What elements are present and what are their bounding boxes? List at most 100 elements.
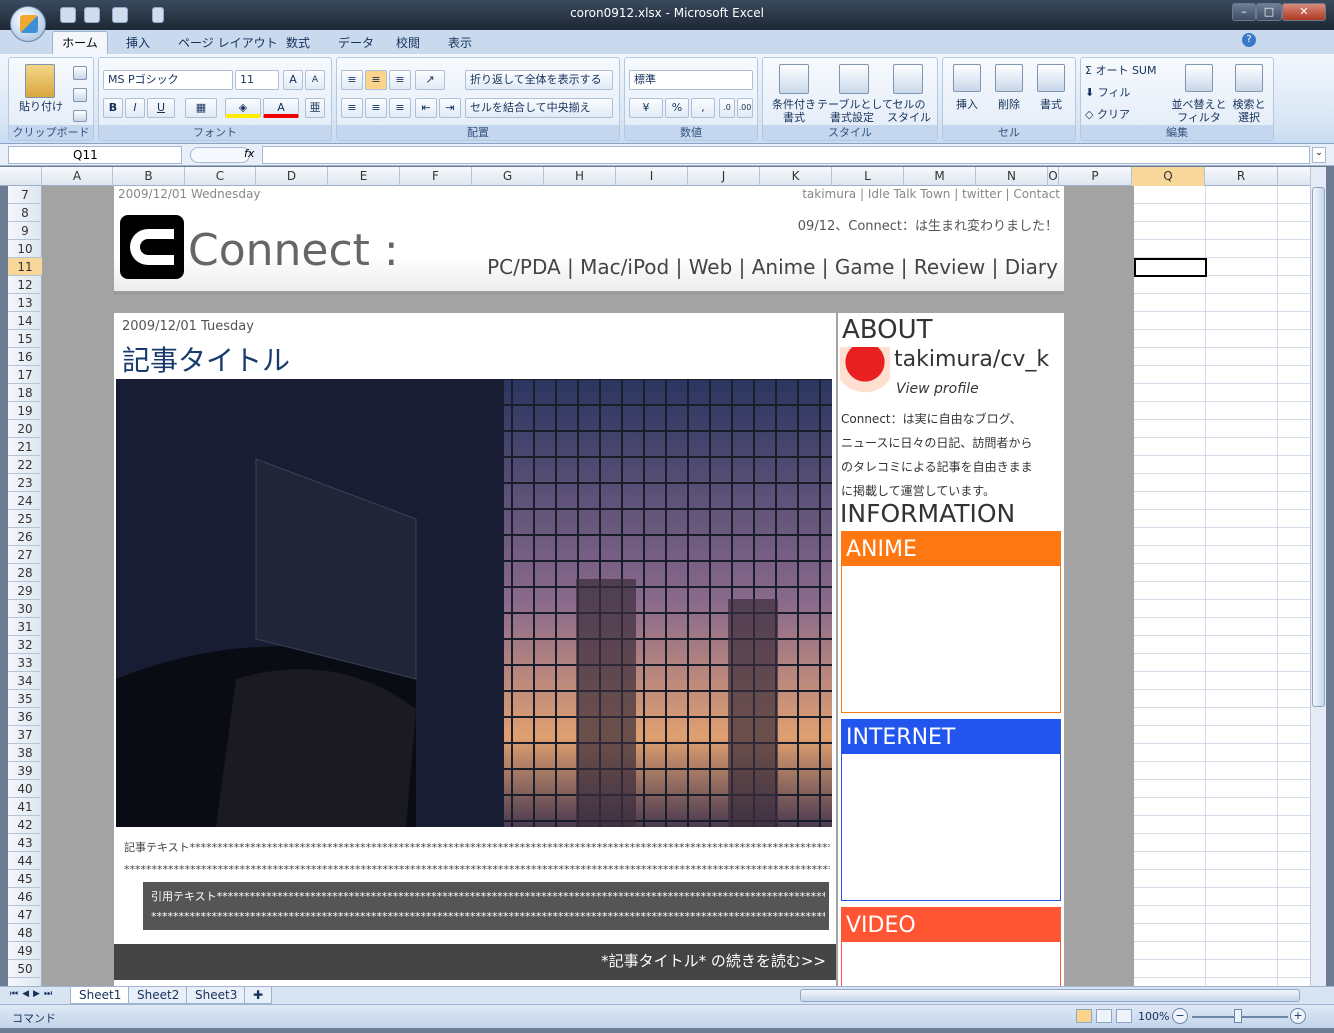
read-more-link[interactable]: *記事タイトル* の続きを読む>> [114, 944, 836, 980]
row-header-21[interactable]: 21 [8, 438, 42, 456]
row-header-38[interactable]: 38 [8, 744, 42, 762]
row-header-12[interactable]: 12 [8, 276, 42, 294]
zoom-slider-thumb[interactable] [1234, 1009, 1242, 1023]
shrink-font-icon[interactable]: A [305, 70, 325, 90]
column-header-i[interactable]: I [616, 167, 688, 186]
redo-icon[interactable] [112, 7, 128, 23]
row-header-33[interactable]: 33 [8, 654, 42, 672]
normal-view-icon[interactable] [1076, 1009, 1092, 1023]
format-cells-icon[interactable] [1037, 64, 1065, 92]
link-contact[interactable]: Contact [1013, 187, 1060, 201]
row-header-11[interactable]: 11 [8, 258, 42, 276]
insert-function-icon[interactable]: fx [244, 147, 254, 160]
row-header-16[interactable]: 16 [8, 348, 42, 366]
conditional-format-icon[interactable] [779, 64, 809, 94]
row-header-40[interactable]: 40 [8, 780, 42, 798]
column-header-j[interactable]: J [688, 167, 760, 186]
font-size-select[interactable]: 11 [235, 70, 279, 90]
tab-formulas[interactable]: 数式 [286, 34, 310, 51]
nav-review[interactable]: Review [914, 255, 985, 279]
row-header-28[interactable]: 28 [8, 564, 42, 582]
align-center-icon[interactable]: ≡ [365, 98, 387, 118]
row-header-29[interactable]: 29 [8, 582, 42, 600]
vertical-scrollbar[interactable] [1310, 167, 1326, 987]
delete-cells-icon[interactable] [995, 64, 1023, 92]
comma-button[interactable]: , [691, 98, 715, 118]
row-header-36[interactable]: 36 [8, 708, 42, 726]
row-header-14[interactable]: 14 [8, 312, 42, 330]
tab-data[interactable]: データ [338, 34, 374, 51]
font-name-select[interactable]: MS Pゴシック [103, 70, 233, 90]
column-header-b[interactable]: B [113, 167, 185, 186]
expand-formula-icon[interactable]: ⌄ [1312, 147, 1326, 163]
paste-icon[interactable] [25, 64, 55, 98]
font-color-icon[interactable]: A [263, 98, 299, 118]
align-bottom-icon[interactable]: ≡ [389, 70, 411, 90]
insert-sheet-icon[interactable]: ✚ [244, 987, 272, 1004]
sheet-grid[interactable]: 2009/12/01 Wednesday takimura | Idle Tal… [42, 186, 1320, 986]
row-header-18[interactable]: 18 [8, 384, 42, 402]
formula-input[interactable] [262, 146, 1310, 164]
column-header-k[interactable]: K [760, 167, 832, 186]
link-takimura[interactable]: takimura [802, 187, 856, 201]
help-icon[interactable]: ? [1242, 33, 1256, 47]
row-header-37[interactable]: 37 [8, 726, 42, 744]
row-header-50[interactable]: 50 [8, 960, 42, 978]
select-all-corner[interactable] [8, 167, 42, 186]
insert-cells-icon[interactable] [953, 64, 981, 92]
column-header-q[interactable]: Q [1132, 167, 1205, 186]
row-header-46[interactable]: 46 [8, 888, 42, 906]
align-top-icon[interactable]: ≡ [341, 70, 363, 90]
close-button[interactable]: ✕ [1282, 3, 1326, 21]
tab-review[interactable]: 校閲 [396, 34, 420, 51]
row-header-45[interactable]: 45 [8, 870, 42, 888]
tab-home[interactable]: ホーム [52, 31, 108, 55]
format-cells-button[interactable]: 書式 [1031, 98, 1071, 111]
fill-color-icon[interactable]: ◈ [225, 98, 261, 118]
italic-button[interactable]: I [125, 98, 145, 118]
column-header-l[interactable]: L [832, 167, 904, 186]
row-header-25[interactable]: 25 [8, 510, 42, 528]
phonetic-icon[interactable]: 亜 [305, 98, 325, 118]
underline-button[interactable]: U [147, 98, 175, 118]
row-header-15[interactable]: 15 [8, 330, 42, 348]
link-twitter[interactable]: twitter [962, 187, 1002, 201]
row-header-30[interactable]: 30 [8, 600, 42, 618]
borders-icon[interactable]: ▦ [185, 98, 217, 118]
minimize-button[interactable]: – [1232, 3, 1256, 21]
sheet-tab-2[interactable]: Sheet2 [128, 987, 189, 1004]
increase-decimal-icon[interactable]: .0 [719, 98, 735, 118]
row-header-27[interactable]: 27 [8, 546, 42, 564]
column-header-g[interactable]: G [472, 167, 544, 186]
empty-cells[interactable] [1134, 186, 1320, 986]
maximize-button[interactable]: □ [1256, 3, 1282, 21]
row-header-34[interactable]: 34 [8, 672, 42, 690]
tab-page-layout[interactable]: ページ レイアウト [178, 34, 278, 51]
percent-button[interactable]: % [665, 98, 689, 118]
office-button[interactable] [10, 6, 46, 42]
zoom-level[interactable]: 100% [1138, 1010, 1169, 1023]
cut-icon[interactable] [73, 66, 87, 80]
find-select-icon[interactable] [1235, 64, 1263, 92]
bold-button[interactable]: B [103, 98, 123, 118]
column-header-c[interactable]: C [185, 167, 256, 186]
row-header-8[interactable]: 8 [8, 204, 42, 222]
row-header-22[interactable]: 22 [8, 456, 42, 474]
nav-web[interactable]: Web [689, 255, 733, 279]
format-as-table-icon[interactable] [839, 64, 869, 94]
row-header-49[interactable]: 49 [8, 942, 42, 960]
row-header-47[interactable]: 47 [8, 906, 42, 924]
column-header-n[interactable]: N [976, 167, 1048, 186]
zoom-out-icon[interactable]: − [1172, 1008, 1188, 1024]
cell-styles-button[interactable]: セルの スタイル [883, 98, 935, 124]
zoom-in-icon[interactable]: + [1290, 1008, 1306, 1024]
currency-icon[interactable]: ¥ [629, 98, 663, 118]
copy-icon[interactable] [73, 88, 87, 102]
nav-anime[interactable]: Anime [752, 255, 816, 279]
sheet-nav-arrows-icon[interactable]: ⏮◀▶⏭ [10, 989, 56, 999]
delete-cells-button[interactable]: 削除 [989, 98, 1029, 111]
post-title[interactable]: 記事タイトル [122, 339, 290, 379]
column-header-e[interactable]: E [328, 167, 400, 186]
row-header-44[interactable]: 44 [8, 852, 42, 870]
row-header-24[interactable]: 24 [8, 492, 42, 510]
